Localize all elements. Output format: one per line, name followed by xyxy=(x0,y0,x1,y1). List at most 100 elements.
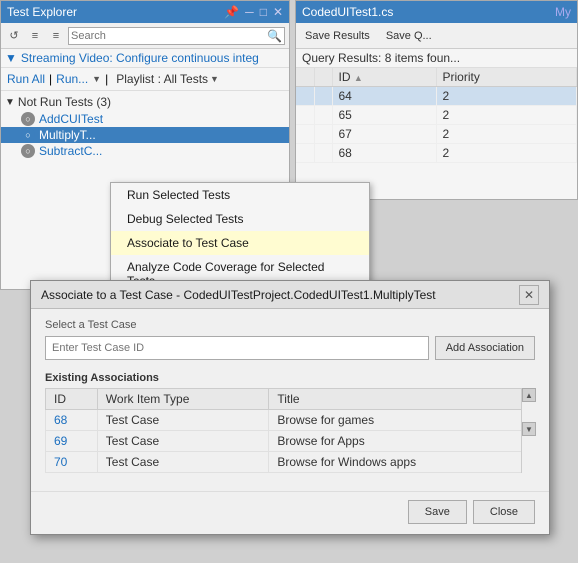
results-table: ID ▲ Priority 64 2 65 2 67 2 xyxy=(296,68,577,163)
context-debug[interactable]: Debug Selected Tests xyxy=(111,207,369,231)
test-case-id-input[interactable] xyxy=(45,336,429,360)
refresh-icon[interactable]: ↺ xyxy=(5,27,23,45)
selected-icon: ○ xyxy=(21,128,35,142)
assoc-id-link[interactable]: 68 xyxy=(54,413,67,427)
search-input[interactable] xyxy=(71,30,267,42)
assoc-id-link[interactable]: 69 xyxy=(54,434,67,448)
streaming-label: Streaming Video: Configure continuous in… xyxy=(21,51,259,65)
codeui-title: CodedUITest1.cs xyxy=(302,5,393,19)
row-link xyxy=(314,144,332,163)
te-actions-bar: Run All | Run... ▼ | Playlist : All Test… xyxy=(1,68,289,91)
titlebar-left: Test Explorer xyxy=(7,5,77,19)
row-id: 65 xyxy=(332,106,436,125)
run-link[interactable]: Run... xyxy=(56,72,88,86)
col-priority[interactable]: Priority xyxy=(436,68,577,87)
row-link xyxy=(314,125,332,144)
modal-close-button[interactable]: ✕ xyxy=(519,285,539,305)
table-row[interactable]: 67 2 xyxy=(296,125,577,144)
row-id: 64 xyxy=(332,87,436,106)
group-icon[interactable]: ≡ xyxy=(26,27,44,45)
playlist-label: Playlist : All Tests xyxy=(116,72,208,86)
codeui-tab-suffix: My xyxy=(555,5,571,19)
assoc-col-id[interactable]: ID xyxy=(46,389,98,410)
playlist-chevron: ▼ xyxy=(210,74,219,84)
assoc-type: Test Case xyxy=(97,410,269,431)
codeui-toolbar: Save Results Save Q... xyxy=(296,23,577,49)
test-tree: ▼ Not Run Tests (3) ○ AddCUITest ○ Multi… xyxy=(1,91,289,161)
test-explorer-titlebar: Test Explorer 📌 ─ □ ✕ xyxy=(1,1,289,23)
row-priority: 2 xyxy=(436,106,577,125)
assoc-id-link[interactable]: 70 xyxy=(54,455,67,469)
add-association-button[interactable]: Add Association xyxy=(435,336,535,360)
not-run-icon-2: ○ xyxy=(21,144,35,158)
tree-group-not-run: ▼ Not Run Tests (3) xyxy=(1,93,289,111)
group-label: Not Run Tests (3) xyxy=(18,95,111,109)
row-link xyxy=(314,87,332,106)
row-priority: 2 xyxy=(436,125,577,144)
pin-icon[interactable]: 📌 xyxy=(224,5,239,19)
table-row[interactable]: 68 2 xyxy=(296,144,577,163)
streaming-item[interactable]: ▼ Streaming Video: Configure continuous … xyxy=(1,49,289,68)
close-button[interactable]: Close xyxy=(473,500,535,524)
streaming-arrow: ▼ xyxy=(5,51,17,65)
sort-arrow: ▲ xyxy=(354,73,363,83)
tree-item-multiply[interactable]: ○ MultiplyT... xyxy=(1,127,289,143)
run-all-link[interactable]: Run All xyxy=(7,72,45,86)
assoc-row[interactable]: 69 Test Case Browse for Apps xyxy=(46,431,535,452)
minimize-icon[interactable]: ─ xyxy=(245,5,254,19)
tree-item-subtract[interactable]: ○ SubtractC... xyxy=(1,143,289,159)
context-run[interactable]: Run Selected Tests xyxy=(111,183,369,207)
tree-item-addcui[interactable]: ○ AddCUITest xyxy=(1,111,289,127)
col-checkbox xyxy=(296,68,314,87)
assoc-type: Test Case xyxy=(97,452,269,473)
sep1: | xyxy=(49,72,52,86)
table-row[interactable]: 65 2 xyxy=(296,106,577,125)
assoc-col-type[interactable]: Work Item Type xyxy=(97,389,269,410)
assoc-col-title[interactable]: Title xyxy=(269,389,535,410)
save-results-btn[interactable]: Save Results xyxy=(300,28,375,44)
maximize-icon[interactable]: □ xyxy=(260,5,267,19)
save-q-btn[interactable]: Save Q... xyxy=(381,28,437,44)
sep2: | xyxy=(105,72,108,86)
test-explorer-title: Test Explorer xyxy=(7,5,77,19)
row-link xyxy=(314,106,332,125)
col-id[interactable]: ID ▲ xyxy=(332,68,436,87)
scrollbar-area: ID Work Item Type Title 68 Test Case Bro… xyxy=(45,388,535,473)
assoc-title: Browse for Apps xyxy=(269,431,535,452)
scroll-down-button[interactable]: ▼ xyxy=(522,422,536,436)
not-run-icon: ○ xyxy=(21,112,35,126)
search-box[interactable]: 🔍 xyxy=(68,27,285,45)
codeui-titlebar: CodedUITest1.cs My xyxy=(296,1,577,23)
row-check xyxy=(296,144,314,163)
row-id: 67 xyxy=(332,125,436,144)
table-scroll-wrapper: ID Work Item Type Title 68 Test Case Bro… xyxy=(45,388,535,473)
assoc-id: 69 xyxy=(46,431,98,452)
context-associate[interactable]: Associate to Test Case xyxy=(111,231,369,255)
scroll-up-button[interactable]: ▲ xyxy=(522,388,536,402)
playlist-button[interactable]: Playlist : All Tests ▼ xyxy=(112,70,223,88)
test-case-row: Add Association xyxy=(45,336,535,360)
assoc-row[interactable]: 68 Test Case Browse for games xyxy=(46,410,535,431)
scroll-track: ▲ ▼ xyxy=(521,388,535,473)
col-link xyxy=(314,68,332,87)
assoc-title: Browse for Windows apps xyxy=(269,452,535,473)
modal-title: Associate to a Test Case - CodedUITestPr… xyxy=(41,288,436,302)
tree-item-label: SubtractC... xyxy=(39,144,102,158)
row-priority: 2 xyxy=(436,144,577,163)
close-icon[interactable]: ✕ xyxy=(273,5,283,19)
row-id: 68 xyxy=(332,144,436,163)
filter-icon[interactable]: ≡ xyxy=(47,27,65,45)
save-button[interactable]: Save xyxy=(408,500,467,524)
titlebar-controls: 📌 ─ □ ✕ xyxy=(224,5,283,19)
test-explorer-toolbar: ↺ ≡ ≡ 🔍 xyxy=(1,23,289,49)
table-row[interactable]: 64 2 xyxy=(296,87,577,106)
assoc-row[interactable]: 70 Test Case Browse for Windows apps xyxy=(46,452,535,473)
assoc-id: 70 xyxy=(46,452,98,473)
row-check xyxy=(296,106,314,125)
modal-footer: Save Close xyxy=(31,491,549,534)
existing-label: Existing Associations xyxy=(45,372,535,384)
associations-table: ID Work Item Type Title 68 Test Case Bro… xyxy=(45,388,535,473)
run-chevron[interactable]: ▼ xyxy=(92,74,101,84)
row-priority: 2 xyxy=(436,87,577,106)
query-results-bar: Query Results: 8 items foun... xyxy=(296,49,577,68)
